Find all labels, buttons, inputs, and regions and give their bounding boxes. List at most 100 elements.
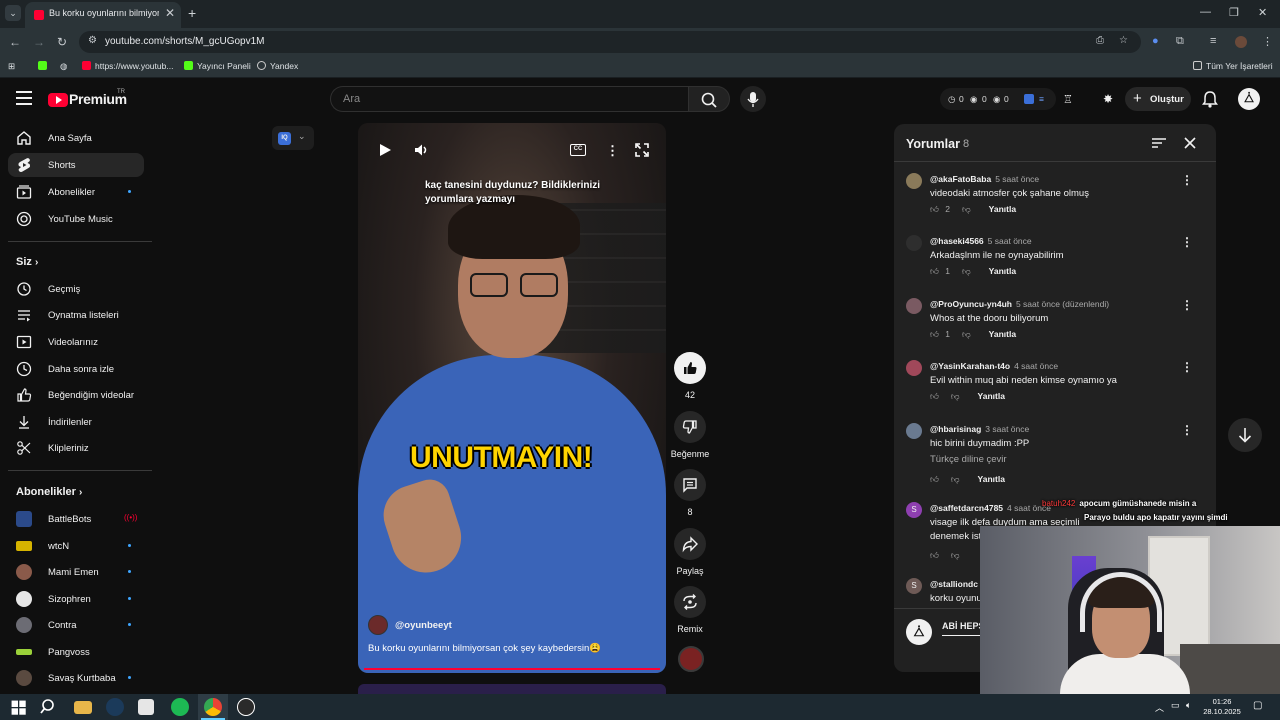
thumbs-down-icon[interactable]: 👎︎	[962, 204, 971, 214]
apps-grid-icon[interactable]: ⊞	[8, 61, 15, 72]
address-bar[interactable]: ⚙ youtube.com/shorts/M_gcUGopv1M ⎙ ☆	[79, 31, 1141, 53]
comment-author[interactable]: @akaFatoBaba	[930, 174, 991, 184]
site-info-icon[interactable]: ⚙	[88, 35, 97, 46]
comment-more-icon[interactable]: ⋮	[1181, 173, 1193, 187]
comment-time[interactable]: 3 saat önce	[985, 424, 1029, 434]
bookmark-star-icon[interactable]: ☆	[1119, 35, 1128, 46]
reload-button[interactable]: ↻	[57, 35, 67, 49]
thumbs-down-icon[interactable]: 👎︎	[951, 391, 960, 401]
sidebar-item-shorts[interactable]: Shorts	[8, 153, 144, 177]
sidebar-item-youtube-music[interactable]: YouTube Music	[8, 207, 144, 231]
comment-input[interactable]: ABİ HEPS	[942, 621, 985, 631]
store-icon[interactable]	[138, 699, 154, 715]
sidebar-channel-battlebots[interactable]: BattleBots ((•))	[8, 507, 144, 531]
sidebar-item-history[interactable]: Geçmiş	[8, 277, 144, 301]
spotify-icon[interactable]	[171, 698, 189, 716]
bookmark-globe[interactable]: ◍	[60, 61, 67, 72]
comment-avatar[interactable]	[906, 298, 922, 314]
browser-tab[interactable]: Bu korku oyunlarını bilmiyorsan çok şey …	[25, 2, 181, 28]
minimize-window-button[interactable]: —	[1200, 6, 1211, 18]
shorts-video-player[interactable]: UNUTMAYIN! kaç tanesini duydunuz? Bildik…	[358, 123, 666, 673]
sidebar-you-header[interactable]: Siz ›	[16, 256, 38, 268]
comment-author[interactable]: @stalliondc	[930, 579, 978, 589]
sidebar-channel-mami-emen[interactable]: Mami Emen	[8, 560, 144, 584]
sidebar-item-downloads[interactable]: İndirilenler	[8, 410, 144, 434]
search-input[interactable]: Ara	[330, 86, 688, 112]
sidebar-channel-wtcn[interactable]: wtcN	[8, 534, 144, 558]
sidebar-item-subscriptions[interactable]: Abonelikler	[8, 180, 144, 204]
system-clock[interactable]: 01:26 28.10.2025	[1200, 697, 1244, 717]
sidebar-channel-pangvoss[interactable]: Pangvoss	[8, 640, 144, 664]
fullscreen-icon[interactable]	[635, 143, 649, 157]
like-button[interactable]: 42	[674, 352, 706, 400]
next-short-button[interactable]	[1228, 418, 1262, 452]
thumbs-down-icon[interactable]: 👎︎	[962, 266, 971, 276]
comment-avatar[interactable]: S	[906, 502, 922, 518]
bookmark-youtube[interactable]: https://www.youtub...	[82, 61, 173, 71]
short-title[interactable]: Bu korku oyunlarını bilmiyorsan çok şey …	[368, 643, 601, 654]
comment-time[interactable]: 5 saat önce	[988, 236, 1032, 246]
close-icon[interactable]	[1184, 137, 1196, 149]
sort-icon[interactable]	[1151, 137, 1167, 149]
thumbs-down-icon[interactable]: 👎︎	[962, 329, 971, 339]
share-button[interactable]: Paylaş	[674, 528, 706, 576]
close-tab-icon[interactable]: ✕	[165, 6, 175, 20]
sidebar-item-home[interactable]: Ana Sayfa	[8, 126, 144, 150]
sidebar-item-playlists[interactable]: Oynatma listeleri	[8, 303, 144, 327]
steam-icon[interactable]	[106, 698, 124, 716]
reply-button[interactable]: Yanıtla	[978, 474, 1005, 484]
thumbs-down-icon[interactable]: 👎︎	[951, 474, 960, 484]
comment-more-icon[interactable]: ⋮	[1181, 423, 1193, 437]
thumbs-up-icon[interactable]: 👍︎	[930, 329, 939, 339]
comment-avatar[interactable]	[906, 423, 922, 439]
sidebar-item-clips[interactable]: Klipleriniz	[8, 436, 144, 460]
reply-button[interactable]: Yanıtla	[989, 329, 1016, 339]
media-control-icon[interactable]: ≡	[1210, 35, 1216, 47]
trophy-icon[interactable]: ♖	[1063, 93, 1073, 106]
reply-button[interactable]: Yanıtla	[989, 266, 1016, 276]
remix-button[interactable]: Remix	[674, 586, 706, 634]
comment-author[interactable]: @hbarisinag	[930, 424, 981, 434]
forward-button[interactable]: →	[33, 35, 45, 49]
gift-icon[interactable]: ✸	[1103, 92, 1113, 106]
reply-button[interactable]: Yanıtla	[978, 391, 1005, 401]
install-app-icon[interactable]: ⎙	[1096, 35, 1104, 46]
chrome-icon[interactable]	[204, 698, 222, 716]
create-button[interactable]: + Oluştur	[1125, 87, 1191, 111]
comment-more-icon[interactable]: ⋮	[1181, 235, 1193, 249]
network-icon[interactable]: ▭	[1171, 700, 1180, 711]
comment-avatar[interactable]	[906, 173, 922, 189]
restore-window-button[interactable]: ❐	[1229, 6, 1239, 19]
file-explorer-icon[interactable]	[74, 701, 92, 714]
comment-time[interactable]: 4 saat önce	[1014, 361, 1058, 371]
reply-button[interactable]: Yanıtla	[989, 204, 1016, 214]
video-progress-bar[interactable]	[364, 668, 660, 670]
voice-search-button[interactable]	[740, 86, 766, 112]
bookmark-kick[interactable]	[38, 61, 51, 71]
comment-avatar[interactable]	[906, 235, 922, 251]
volume-icon[interactable]	[414, 143, 430, 157]
search-icon[interactable]	[40, 698, 58, 716]
comment-more-icon[interactable]: ⋮	[1181, 360, 1193, 374]
sidebar-subscriptions-header[interactable]: Abonelikler ›	[16, 486, 82, 498]
bookmark-streamer-panel[interactable]: Yayıncı Paneli	[184, 61, 251, 71]
comment-avatar[interactable]: S	[906, 578, 922, 594]
audio-source-avatar[interactable]	[678, 646, 704, 672]
comment-author[interactable]: @saffetdarcn4785	[930, 503, 1003, 513]
comment-avatar[interactable]	[906, 360, 922, 376]
thumbs-up-icon[interactable]: 👍︎	[930, 391, 939, 401]
thumbs-up-icon[interactable]: 👍︎	[930, 474, 939, 484]
captions-button[interactable]: CC	[570, 144, 586, 156]
browser-menu-icon[interactable]: ⋮	[1262, 35, 1273, 48]
thumbs-up-icon[interactable]: 👍︎	[930, 204, 939, 214]
extension-counters[interactable]: ◷ 0 ◉ 0 ◉ 0 ≡	[940, 88, 1056, 110]
profile-avatar[interactable]	[1235, 36, 1247, 48]
new-tab-button[interactable]: +	[188, 5, 196, 21]
comments-button[interactable]: 8	[674, 469, 706, 517]
volume-icon[interactable]: 🔈︎	[1186, 700, 1191, 711]
close-window-button[interactable]: ✕	[1258, 6, 1267, 19]
comment-author[interactable]: @ProOyuncu-yn4uh	[930, 299, 1012, 309]
comment-time[interactable]: 5 saat önce	[995, 174, 1039, 184]
comment-author[interactable]: @YasinKarahan-t4o	[930, 361, 1010, 371]
extension-toggle[interactable]: IQ ⌄	[272, 126, 314, 150]
